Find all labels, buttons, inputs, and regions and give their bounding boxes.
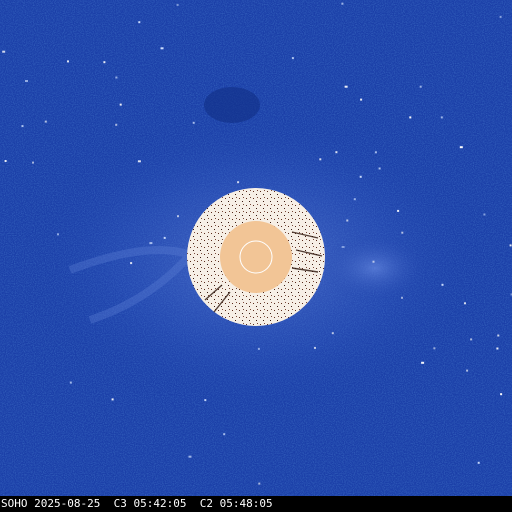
star (57, 233, 59, 236)
star (188, 455, 192, 458)
star (433, 347, 436, 350)
caption-c3-time: 05:42:05 (133, 497, 187, 510)
caption-date: 2025-08-25 (34, 497, 101, 510)
star (314, 346, 316, 349)
star (115, 123, 118, 126)
star (401, 231, 404, 234)
caption-c3-label: C3 (113, 497, 127, 510)
caption-observatory: SOHO (1, 497, 28, 510)
star (496, 347, 499, 350)
star (419, 85, 422, 88)
star (192, 121, 195, 124)
star (497, 334, 500, 337)
star (149, 242, 153, 245)
caption-c2-label: C2 (199, 497, 213, 510)
star (372, 260, 375, 263)
star (483, 213, 486, 216)
star (160, 47, 164, 50)
star (344, 85, 348, 88)
star (378, 167, 381, 170)
star (163, 236, 166, 239)
star (341, 2, 344, 5)
cme-east-glow (320, 233, 430, 303)
star (335, 151, 338, 154)
star (103, 61, 106, 64)
star (499, 15, 502, 18)
streamer-north-dark (204, 87, 260, 123)
star (177, 215, 179, 218)
star (464, 302, 466, 305)
star (346, 219, 349, 222)
star (137, 160, 141, 163)
star (67, 60, 69, 63)
star (353, 198, 356, 201)
star (69, 381, 72, 384)
star (470, 338, 473, 341)
star (2, 50, 6, 53)
star (341, 246, 345, 248)
star (138, 21, 141, 24)
star (258, 482, 261, 485)
star (421, 361, 425, 364)
star (115, 76, 118, 79)
star (440, 116, 443, 119)
star (459, 146, 463, 149)
star (25, 80, 28, 82)
star (441, 283, 444, 286)
star (466, 369, 469, 372)
star (111, 398, 114, 401)
star (119, 103, 122, 106)
star (21, 125, 24, 128)
star (237, 181, 240, 184)
sun-disk-icon (220, 221, 292, 293)
star (223, 433, 226, 436)
star (257, 347, 260, 350)
star (176, 3, 179, 6)
image-caption: SOHO 2025-08-25 C3 05:42:05 C2 05:48:05 (0, 496, 512, 512)
star (360, 98, 363, 101)
coronagraph-view: SOHO 2025-08-25 C3 05:42:05 C2 05:48:05 (0, 0, 512, 512)
caption-c2-time: 05:48:05 (219, 497, 273, 510)
star (500, 393, 503, 396)
star (32, 161, 34, 164)
star (331, 332, 334, 335)
star (397, 209, 400, 212)
star (44, 120, 47, 123)
star (401, 296, 403, 299)
star (130, 262, 133, 265)
star (4, 160, 7, 162)
star (319, 158, 322, 161)
star (409, 116, 412, 119)
star (291, 57, 294, 60)
star (509, 244, 512, 247)
star (359, 175, 362, 178)
star (477, 461, 480, 464)
star (204, 399, 207, 402)
star (374, 151, 377, 154)
coronagraph-image (0, 0, 512, 496)
